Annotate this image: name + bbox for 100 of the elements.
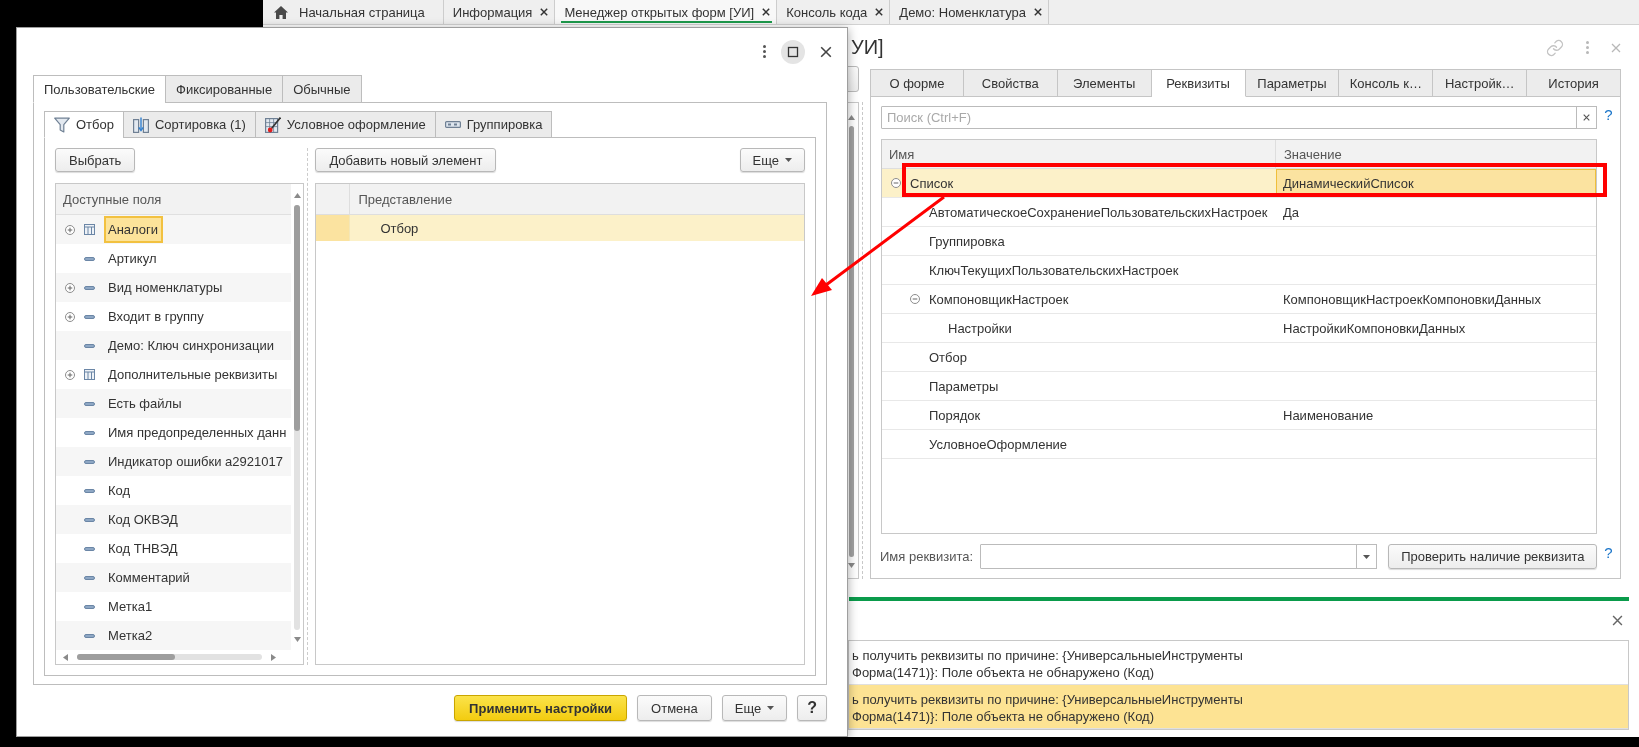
close-icon[interactable] xyxy=(762,8,771,16)
plus-circle-icon[interactable] xyxy=(65,369,75,380)
close-icon[interactable] xyxy=(540,8,549,16)
arrow-right-icon[interactable] xyxy=(271,653,276,661)
help-button[interactable]: ? xyxy=(797,695,827,721)
plus-circle-icon[interactable] xyxy=(65,224,75,235)
dropdown-button[interactable] xyxy=(1356,544,1378,569)
dash-icon xyxy=(84,546,95,551)
tree-row[interactable]: Метка2 xyxy=(56,621,292,650)
tab[interactable]: Консоль кода xyxy=(777,0,891,24)
cancel-button[interactable]: Отмена xyxy=(637,695,712,721)
tab[interactable]: Свойства xyxy=(963,69,1058,97)
table-cell: КлючТекущихПользовательскихНастроек xyxy=(929,262,1179,278)
table-icon xyxy=(84,224,95,235)
scrollbar-thumb[interactable] xyxy=(849,126,854,557)
message-row[interactable]: ь получить реквизиты по причине: {УниверсальныеИнструменты Форма(1471)}: Поле объекта не обнаружено (Код) xyxy=(849,685,1628,729)
table-row[interactable]: Отбор xyxy=(316,215,804,241)
tab[interactable]: История xyxy=(1527,69,1621,97)
tab[interactable]: Отбор xyxy=(44,111,124,138)
tree-row[interactable]: Есть файлы xyxy=(56,389,292,418)
tree-item-label: Дополнительные реквизиты xyxy=(107,366,279,384)
select-button[interactable]: Выбрать xyxy=(55,148,136,172)
tree-item-label: Код ТНВЭД xyxy=(107,540,179,558)
more-icon[interactable] xyxy=(763,45,766,58)
caret-icon xyxy=(785,158,792,162)
tree-row[interactable]: Код ОКВЭД xyxy=(56,505,292,534)
tree-item-label: Артикул xyxy=(107,250,158,268)
tab[interactable]: Начальная страница xyxy=(265,0,444,24)
home-icon xyxy=(274,5,288,19)
close-icon[interactable] xyxy=(1612,615,1623,626)
tree-item-label: Вид номенклатуры xyxy=(107,279,224,297)
add-button[interactable]: Добавить новый элемент xyxy=(315,148,497,172)
help-link[interactable]: ? xyxy=(1604,106,1613,124)
tab[interactable]: Менеджер открытых форм [УИ] xyxy=(555,0,778,24)
tab[interactable]: О форме xyxy=(870,69,964,97)
close-icon[interactable] xyxy=(820,45,832,58)
scrollbar-thumb[interactable] xyxy=(294,205,301,431)
dash-icon xyxy=(84,517,95,522)
link-icon[interactable] xyxy=(1546,38,1564,57)
more-button[interactable]: Еще xyxy=(721,695,788,721)
dash-icon xyxy=(84,633,95,638)
dash-icon xyxy=(84,314,95,319)
minus-circle-icon[interactable] xyxy=(910,294,920,304)
close-icon[interactable] xyxy=(1034,8,1042,16)
tab[interactable]: Элементы xyxy=(1057,69,1152,97)
column-header xyxy=(316,184,351,215)
dash-icon xyxy=(84,430,95,435)
maximize-icon[interactable] xyxy=(781,39,805,64)
clear-button[interactable] xyxy=(1576,106,1597,129)
help-link[interactable]: ? xyxy=(1604,544,1613,562)
check-button[interactable]: Проверить наличие реквизита xyxy=(1388,544,1598,569)
tab[interactable]: Реквизиты xyxy=(1151,69,1246,97)
tab[interactable]: Сортировка (1) xyxy=(123,111,256,138)
column-header: Представление xyxy=(350,184,804,215)
search-field[interactable]: Поиск (Ctrl+F) xyxy=(881,106,1577,129)
tab[interactable]: Фиксированные xyxy=(165,75,284,103)
table-cell-text: Да xyxy=(1282,203,1301,222)
close-icon xyxy=(1583,114,1590,121)
tree-item-label: Входит в группу xyxy=(107,308,205,326)
arrow-up-icon[interactable] xyxy=(293,193,301,198)
minus-circle-icon[interactable] xyxy=(891,178,901,188)
arrow-down-icon[interactable] xyxy=(848,563,855,568)
group-icon xyxy=(444,121,461,128)
arrow-up-icon[interactable] xyxy=(848,115,855,120)
tree-row[interactable]: Индикатор ошибки a2921017 xyxy=(56,447,292,476)
tab[interactable]: Обычные xyxy=(282,75,362,103)
arrow-down-icon[interactable] xyxy=(293,637,301,642)
tree-item-label: Код xyxy=(107,482,132,500)
apply-button[interactable]: Применить настройки xyxy=(454,695,628,721)
table-cell-text: НастройкиКомпоновкиДанных xyxy=(1282,319,1467,338)
tab[interactable]: Настройк… xyxy=(1433,69,1528,97)
table-cell: АвтоматическоеСохранениеПользовательскихНастроек xyxy=(929,204,1268,220)
tree-row[interactable]: Аналоги xyxy=(56,215,292,244)
tree-item-label: Демо: Ключ синхронизации xyxy=(107,337,275,355)
sort-icon xyxy=(133,116,149,133)
tab[interactable]: Пользовательские xyxy=(33,75,167,103)
tree-item-label: Комментарий xyxy=(107,569,191,587)
dash-icon xyxy=(84,285,95,290)
tree-row[interactable]: Комментарий xyxy=(56,563,292,592)
tab[interactable]: Группировка xyxy=(434,111,553,138)
dash-icon xyxy=(84,459,95,464)
tab[interactable]: Демо: Номенклатура xyxy=(890,0,1049,24)
tree-row[interactable]: Демо: Ключ синхронизации xyxy=(56,331,292,360)
caret-icon xyxy=(767,706,775,710)
table-cell: Параметры xyxy=(929,378,999,394)
plus-circle-icon[interactable] xyxy=(65,282,75,293)
scrollbar-thumb[interactable] xyxy=(77,654,175,660)
tab[interactable]: Условное оформление xyxy=(254,111,436,138)
table-cell: Список xyxy=(910,175,954,191)
table-cell: Группировка xyxy=(929,233,1005,249)
arrow-left-icon[interactable] xyxy=(63,653,68,661)
plus-circle-icon[interactable] xyxy=(65,311,75,322)
tree-item-label: Индикатор ошибки a2921017 xyxy=(107,453,284,471)
more-button[interactable]: Еще xyxy=(739,148,805,172)
tab[interactable]: Консоль к… xyxy=(1339,69,1434,97)
dash-icon xyxy=(84,343,95,348)
tree-row[interactable]: Вид номенклатуры xyxy=(56,273,292,302)
attribute-field[interactable] xyxy=(980,544,1358,569)
close-icon[interactable] xyxy=(875,8,884,16)
tab[interactable]: Параметры xyxy=(1245,69,1340,97)
